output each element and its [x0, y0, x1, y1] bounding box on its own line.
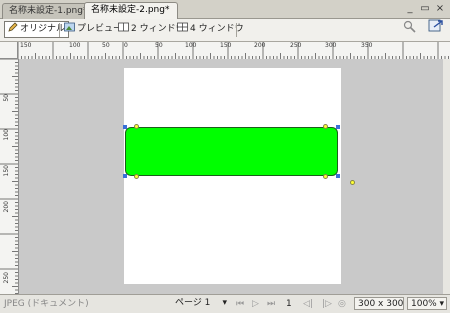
document-tab-bar: 名称未設定-1.png* 名称未設定-2.png* _ ▭ ×	[0, 0, 450, 20]
rotation-handle[interactable]	[350, 180, 355, 185]
toolbar-divider	[59, 23, 60, 37]
ruler-h-label: 150	[20, 42, 32, 49]
step-forward-icon[interactable]: |▷	[322, 298, 332, 310]
horizontal-ruler: 150 100 50 0 50 100 150 200 250 300 350	[18, 42, 450, 60]
ruler-h-label: 50	[102, 42, 110, 49]
tab-document-2[interactable]: 名称未設定-2.png*	[84, 2, 178, 20]
last-page-icon[interactable]: ⏭	[267, 298, 275, 310]
ruler-h-label: 150	[220, 42, 232, 49]
stop-icon[interactable]: ◎	[338, 298, 346, 310]
zoom-selector[interactable]: 100% ▾	[407, 297, 447, 310]
two-window-view-button[interactable]: 2 ウィンドウ	[118, 22, 185, 37]
four-panes-icon	[177, 22, 188, 38]
zoom-value: 100%	[411, 299, 437, 309]
ruler-h-label: 100	[185, 42, 197, 49]
ruler-h-label: 200	[254, 42, 266, 49]
step-back-icon[interactable]: ◁|	[303, 298, 313, 310]
zoom-tool-button[interactable]	[403, 20, 417, 39]
ruler-v-label: 100	[3, 129, 10, 141]
ruler-h-label: 250	[290, 42, 302, 49]
ruler-v-label: 250	[3, 272, 10, 284]
pencil-icon	[8, 21, 18, 38]
image-dimensions: 300 x 300	[354, 297, 404, 310]
two-panes-icon	[118, 22, 129, 38]
selection-handle[interactable]	[336, 125, 340, 129]
preview-view-label: プレビュー	[77, 24, 123, 34]
previous-page-icon[interactable]: ▷	[252, 298, 259, 310]
image-dimensions-value: 300 x 300	[358, 299, 404, 309]
chevron-down-icon: ▾	[222, 298, 227, 308]
restore-button[interactable]: ▭	[419, 3, 431, 15]
vertical-ruler: 50 100 150 200 250	[0, 59, 19, 294]
first-page-icon[interactable]: ⏮	[236, 298, 244, 310]
horizontal-ruler-ticks	[18, 42, 449, 59]
document-page[interactable]	[124, 68, 341, 284]
page-selector[interactable]: ページ 1 ▾	[175, 297, 229, 310]
zoom-icon	[403, 20, 417, 39]
selection-handle[interactable]	[123, 174, 127, 178]
ruler-corner	[0, 42, 18, 59]
page-number: 1	[286, 299, 292, 309]
corner-radius-handle[interactable]	[134, 174, 139, 179]
corner-radius-handle[interactable]	[323, 124, 328, 129]
status-bar: JPEG (ドキュメント) ページ 1 ▾ ⏮ ▷ ⏭ 1 ◁| |▷ ◎ 30…	[0, 294, 450, 313]
green-rectangle-shape[interactable]	[125, 127, 338, 176]
export-button[interactable]	[428, 18, 444, 39]
selection-handle[interactable]	[336, 174, 340, 178]
view-toolbar: オリジナル プレビュー 2 ウィンドウ 4 ウィンドウ	[0, 19, 450, 42]
corner-radius-handle[interactable]	[323, 174, 328, 179]
ruler-h-label: 100	[69, 42, 81, 49]
four-window-view-button[interactable]: 4 ウィンドウ	[177, 22, 244, 37]
ruler-h-label: 50	[155, 42, 163, 49]
page-selector-label: ページ 1	[175, 298, 211, 308]
tab-document-1[interactable]: 名称未設定-1.png*	[2, 3, 92, 19]
minimize-button[interactable]: _	[404, 3, 416, 15]
preview-view-button[interactable]: プレビュー	[64, 22, 122, 37]
preview-icon	[64, 22, 75, 38]
ruler-h-label: 0	[124, 42, 128, 49]
chevron-down-icon: ▾	[439, 299, 444, 309]
corner-radius-handle[interactable]	[134, 124, 139, 129]
vertical-scrollbar[interactable]	[443, 59, 450, 294]
export-icon	[428, 18, 444, 39]
document-type-label: JPEG (ドキュメント)	[4, 299, 89, 309]
selection-handle[interactable]	[123, 125, 127, 129]
ruler-v-label: 50	[3, 94, 10, 102]
ruler-v-label: 150	[3, 165, 10, 177]
toolbar-divider	[236, 23, 237, 37]
close-button[interactable]: ×	[434, 3, 446, 15]
ruler-v-label: 200	[3, 201, 10, 213]
ruler-h-label: 300	[325, 42, 337, 49]
ruler-h-label: 350	[361, 42, 373, 49]
